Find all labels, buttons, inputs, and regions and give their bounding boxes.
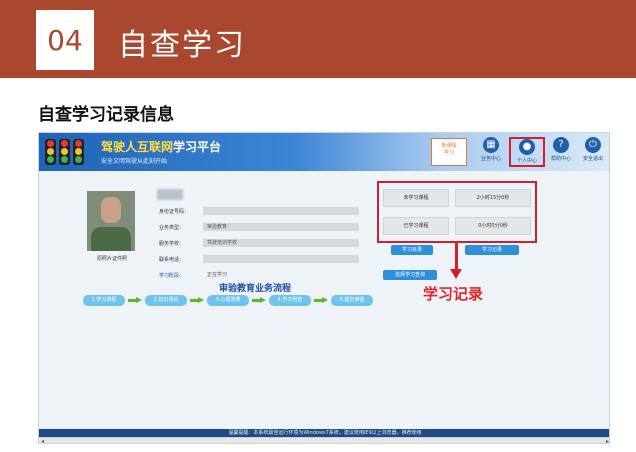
unlearned-label: 未学习课程 [383,189,449,207]
slide-subtitle: 自查学习记录信息 [38,105,174,125]
horizontal-scrollbar[interactable]: ◂ ▸ [39,437,609,443]
photo-caption: 原照片证件照 [96,256,127,262]
portal-banner: 驾驶人互联网学习平台 安全文明驾驶从此刻开始 新课程 学习 ▦ 业务中心 ● 个… [39,133,609,171]
learned-value: 0小时0分0秒 [455,217,531,235]
traffic-light-icon [73,139,84,165]
portal-brand-sub: 安全文明驾驶从此刻开始 [101,158,168,165]
portal-footer: 温馨提醒：本系统最佳运行环境为Windows7系统，建议使用IE9以上浏览器，推… [39,429,609,437]
field-label: 学习阶段： [159,273,185,279]
study-directory-button[interactable]: 学习目录 [391,245,433,255]
nav-logout[interactable]: ⏻ 安全退出 [575,137,609,167]
nav-label: 安全退出 [582,156,603,162]
name-redacted [157,189,183,200]
flow-arrow-icon [314,297,328,304]
slide: 04 自查学习 自查学习记录信息 驾驶人互联网学习平台 安全文明驾驶从此刻开始 … [0,0,636,452]
nav-label: 个人中心 [516,158,537,164]
study-query-button[interactable]: 选择学习查询 [383,270,437,280]
nav-new-course[interactable]: 新课程 学习 [431,138,467,166]
portal-brand: 驾驶人互联网学习平台 [101,138,221,155]
power-icon: ⏻ [585,137,601,153]
study-stats-box: 未学习课程 2小时15分0秒 已学习课程 0小时0分0秒 [377,181,537,243]
unlearned-value: 2小时15分0秒 [455,189,531,207]
flow-arrow-icon [190,297,204,304]
arrow-head-icon [450,269,462,279]
flow-step: 5.提交审验 [331,295,373,306]
nav-label: 帮助中心 [550,156,571,162]
brand-rest: 学习平台 [173,140,222,154]
grid-icon: ▦ [483,137,499,153]
nav-new-sub: 学习 [443,150,454,156]
study-record-button[interactable]: 学习记录 [465,245,519,255]
field-value-stage: 正在学习 [207,272,228,278]
field-label: 服务学校： [159,241,185,247]
scroll-right-icon[interactable]: ▸ [606,438,609,443]
field-value-phone [203,255,359,263]
slide-header: 04 自查学习 [0,0,636,78]
slide-title: 自查学习 [118,28,246,63]
traffic-light-icon [59,139,70,165]
nav-personal-center[interactable]: ● 个人中心 [509,137,545,167]
learned-label: 已学习课程 [383,217,449,235]
portal-screenshot: 驾驶人互联网学习平台 安全文明驾驶从此刻开始 新课程 学习 ▦ 业务中心 ● 个… [38,132,610,444]
field-label: 业务类型： [159,225,185,231]
help-icon: ? [553,137,569,153]
flow-arrow-icon [128,297,142,304]
flow-step: 4.学习自查 [269,295,311,306]
user-icon: ● [519,139,535,155]
flow-arrow-icon [252,297,266,304]
field-label: 身份证号码： [159,209,190,215]
flow-step: 2.知识测试 [145,295,187,306]
annotation-label: 学习记录 [423,285,484,303]
traffic-light-icon [45,139,56,165]
field-value-business-type: 审验教育 [203,223,359,231]
nav-new-label: 新课程 [441,143,457,149]
field-value-school: 驾驶培训学校 [203,239,359,247]
flow-title: 审验教育业务流程 [219,284,292,294]
brand-highlight: 驾驶人互联网 [101,140,174,154]
avatar [87,191,135,251]
scroll-left-icon[interactable]: ◂ [41,438,44,443]
flow-step: 1.学习课程 [83,295,125,306]
flow-step: 3.心理测量 [207,295,249,306]
nav-business-center[interactable]: ▦ 业务中心 [473,137,509,167]
field-label: 联系电话： [159,257,185,263]
field-value-id [203,207,359,215]
nav-help-center[interactable]: ? 帮助中心 [543,137,579,167]
nav-label: 业务中心 [480,156,501,162]
slide-number: 04 [36,10,94,70]
annotation-arrow [455,243,458,271]
